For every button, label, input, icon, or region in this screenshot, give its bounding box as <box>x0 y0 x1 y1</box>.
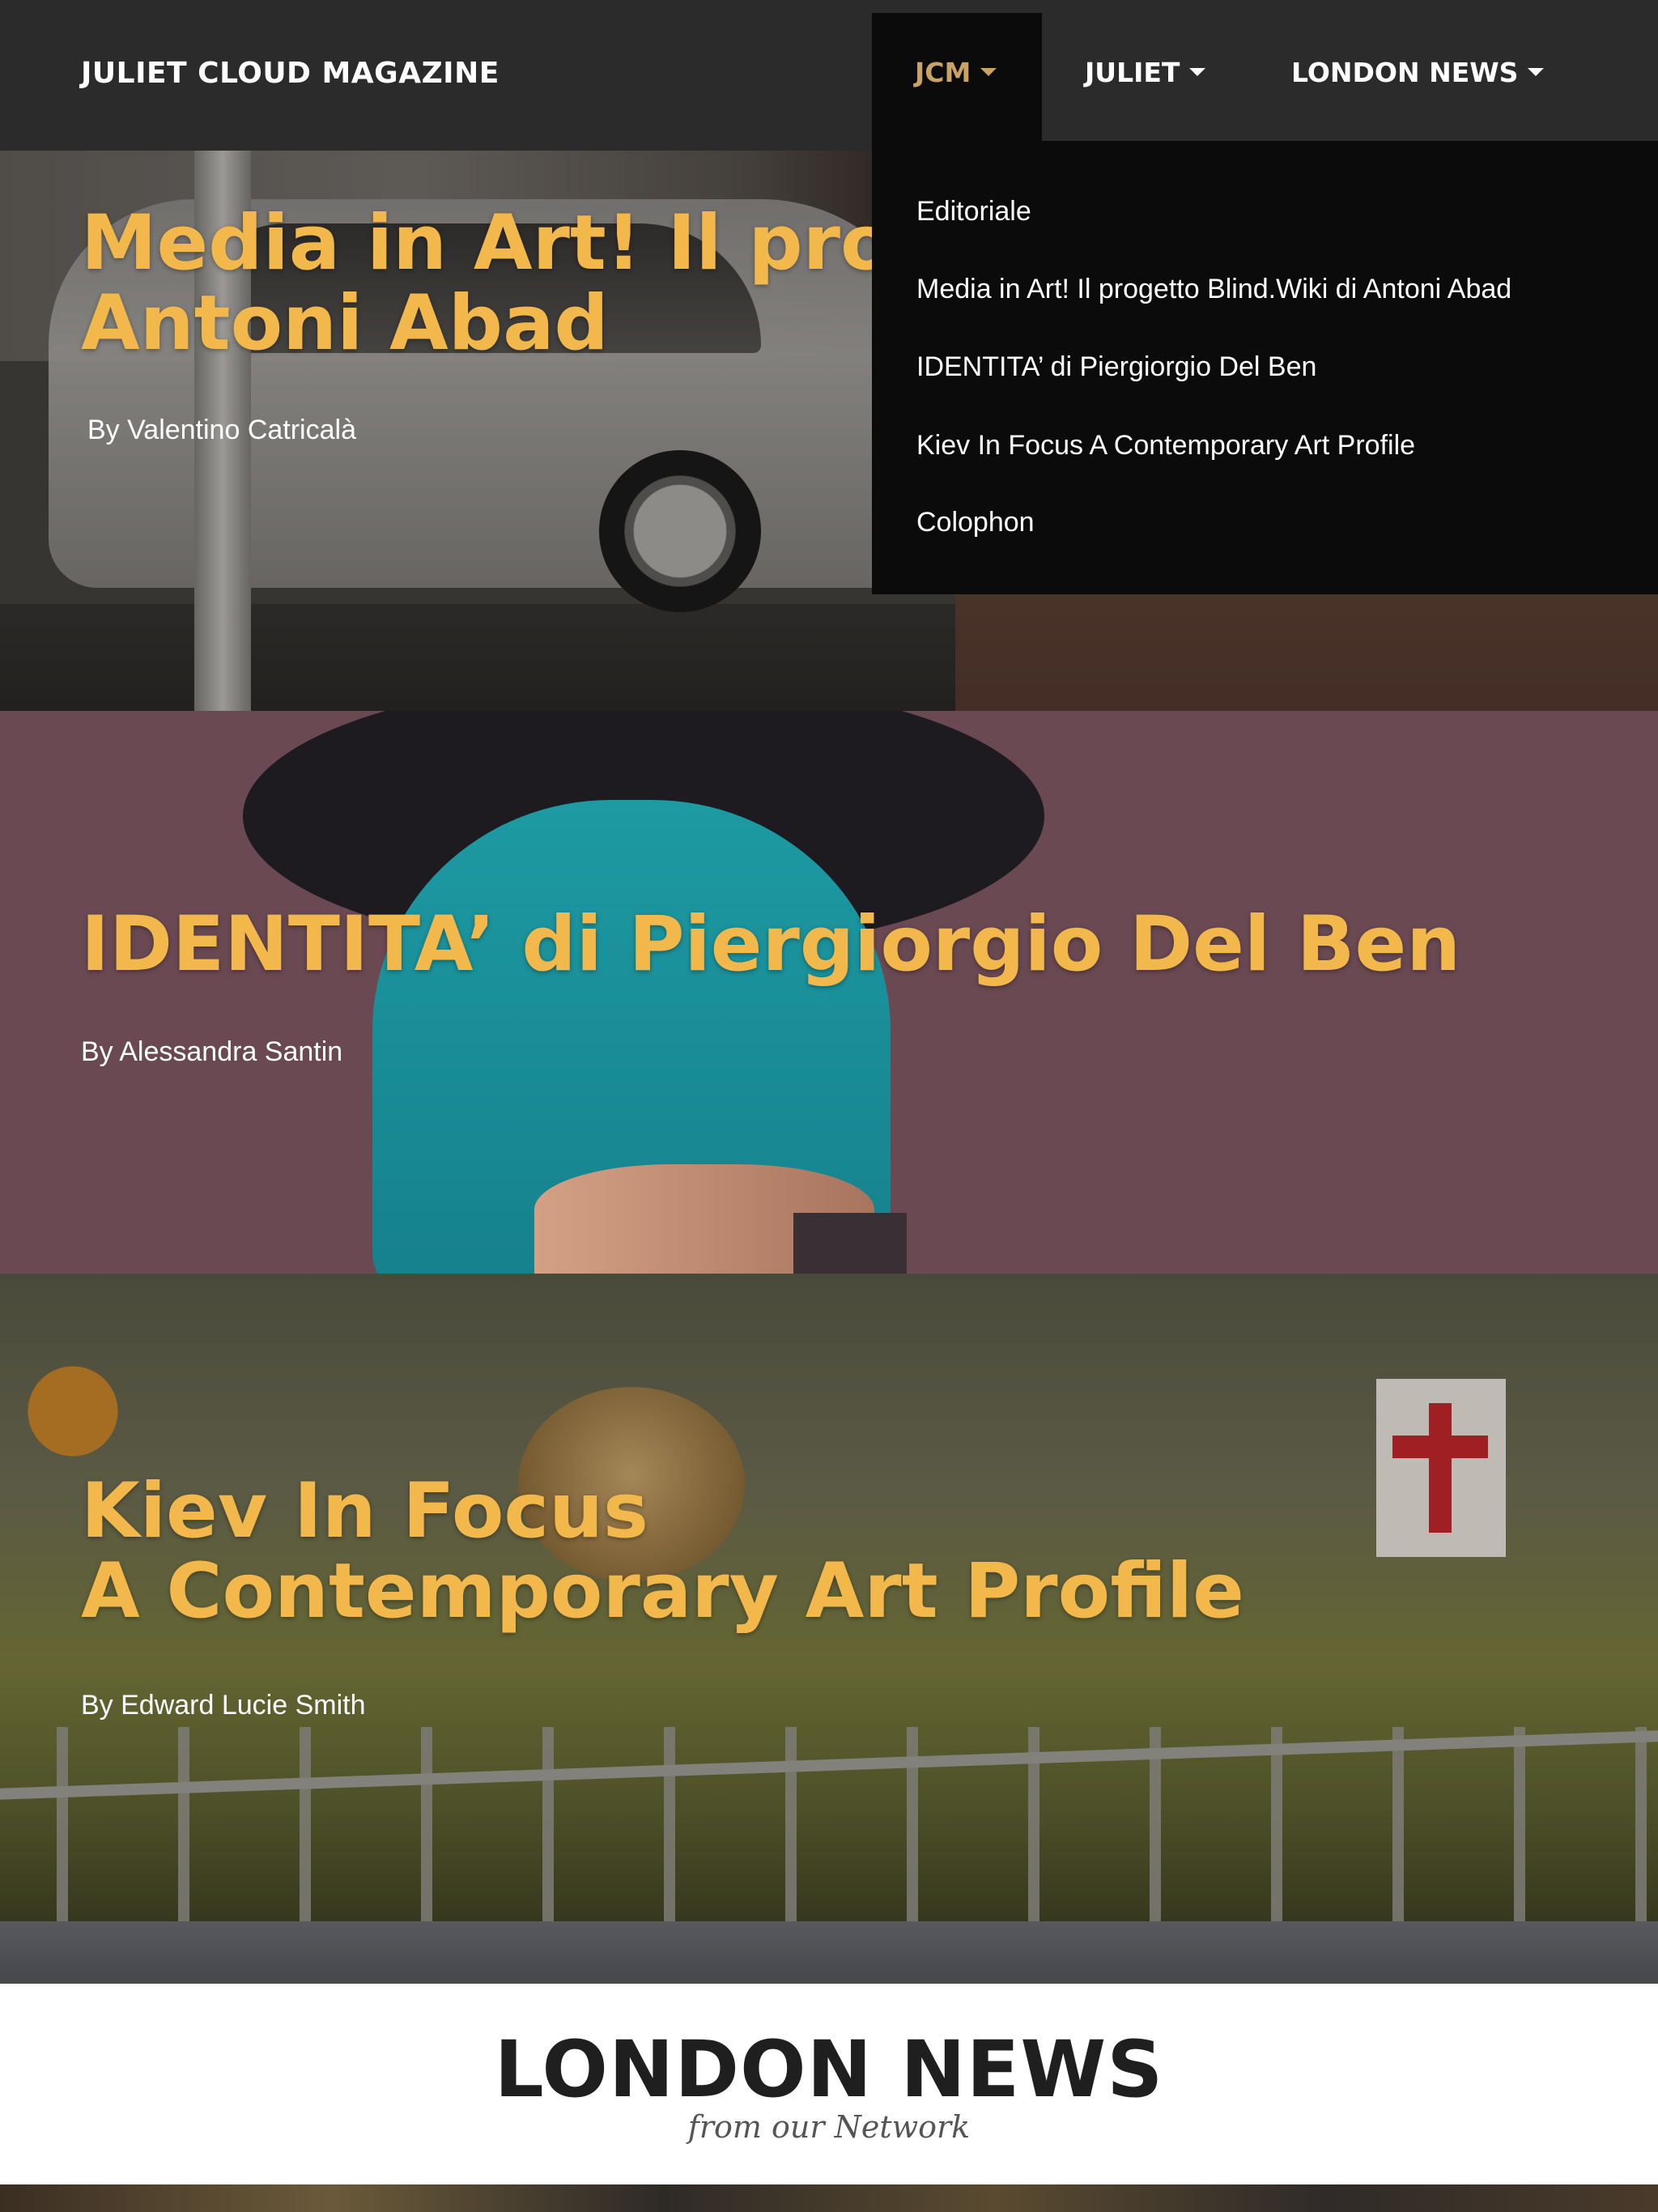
nav-item-juliet[interactable]: JULIET <box>1085 57 1206 88</box>
dropdown-item-editoriale[interactable]: Editoriale <box>916 196 1031 228</box>
section-heading: LONDON NEWS <box>494 2024 1164 2115</box>
section-subheading: from our Network <box>687 2109 971 2145</box>
top-navbar: JULIET CLOUD MAGAZINE JCM JULIET LONDON … <box>0 0 1658 151</box>
article-byline: By Alessandra Santin <box>81 1036 343 1067</box>
article-title-line2: Antoni Abad <box>81 279 609 368</box>
caret-down-icon <box>1528 67 1545 76</box>
article-title-line1: Kiev In Focus <box>81 1467 649 1555</box>
article-hero-kiev[interactable]: Kiev In Focus A Contemporary Art Profile… <box>0 1274 1658 1984</box>
dropdown-item-kiev[interactable]: Kiev In Focus A Contemporary Art Profile <box>916 430 1415 462</box>
site-brand[interactable]: JULIET CLOUD MAGAZINE <box>81 57 500 90</box>
article-title-line2: A Contemporary Art Profile <box>81 1546 1244 1636</box>
nav-item-london-news-label: LONDON NEWS <box>1291 57 1519 88</box>
next-section-image-strip <box>0 2184 1658 2212</box>
nav-item-juliet-label: JULIET <box>1085 57 1180 88</box>
article-byline: By Valentino Catricalà <box>87 415 356 445</box>
article-hero-identita[interactable]: IDENTITA’ di Piergiorgio Del Ben By Ales… <box>0 711 1658 1274</box>
jcm-dropdown-menu: Editoriale Media in Art! Il progetto Bli… <box>872 141 1658 594</box>
nav-item-london-news[interactable]: LONDON NEWS <box>1291 57 1545 88</box>
dropdown-item-media-in-art[interactable]: Media in Art! Il progetto Blind.Wiki di … <box>916 274 1511 305</box>
article-title[interactable]: IDENTITA’ di Piergiorgio Del Ben <box>81 904 1460 985</box>
caret-down-icon <box>980 67 997 76</box>
caret-down-icon <box>1189 67 1206 76</box>
dropdown-item-identita[interactable]: IDENTITA’ di Piergiorgio Del Ben <box>916 351 1316 383</box>
london-news-section: LONDON NEWS from our Network <box>0 1984 1658 2184</box>
nav-item-jcm-label: JCM <box>915 57 971 88</box>
article-byline: By Edward Lucie Smith <box>81 1690 366 1721</box>
collar-image <box>793 1213 907 1274</box>
article-title[interactable]: Kiev In Focus A Contemporary Art Profile <box>81 1471 1244 1631</box>
dropdown-item-colophon[interactable]: Colophon <box>916 507 1035 538</box>
nav-item-jcm[interactable]: JCM <box>915 57 997 88</box>
